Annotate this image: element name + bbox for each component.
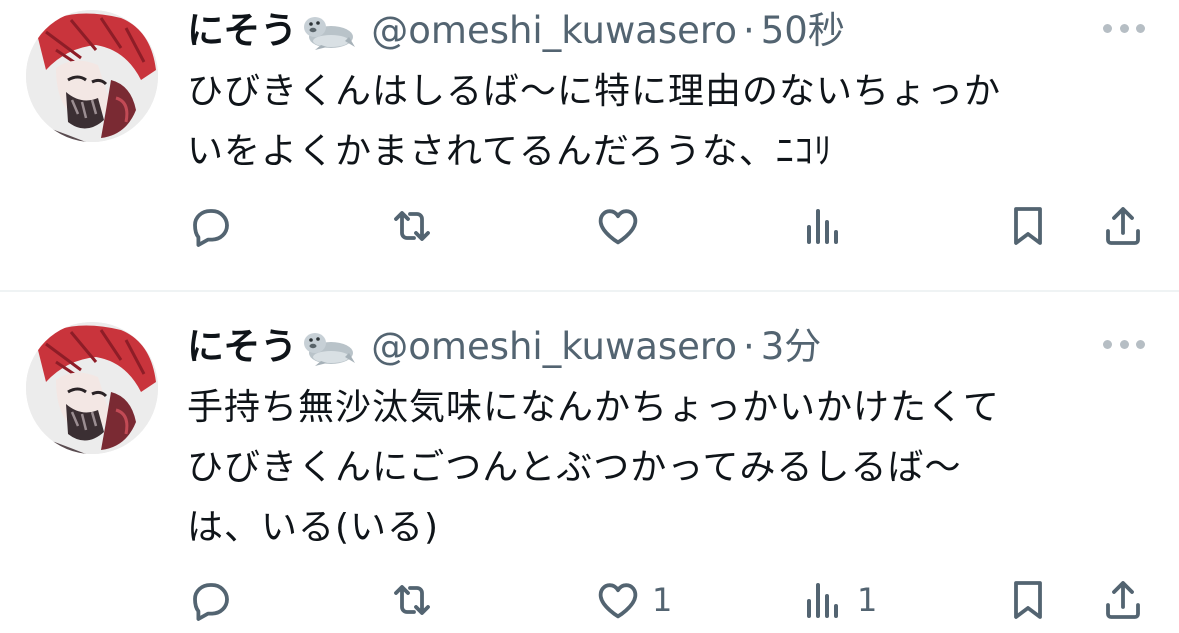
retweet-button[interactable] (388, 570, 446, 630)
author-handle[interactable]: @omeshi_kuwasero (371, 322, 737, 372)
like-count: 1 (652, 581, 673, 619)
retweet-button[interactable] (388, 196, 446, 256)
share-icon (1099, 576, 1147, 624)
tweet[interactable]: にそう @omeshi_kuwasero · 50秒 ひびきくんはしるば〜に特に… (0, 0, 1179, 291)
action-bar: 1 1 (0, 570, 1179, 630)
reply-button[interactable] (186, 570, 244, 630)
like-icon (594, 576, 642, 624)
tweet-text: ひびきくんはしるば〜に特に理由のないちょっか いをよくかまされてるんだろうな、ﾆ… (187, 62, 1147, 182)
like-icon (594, 202, 642, 250)
like-button[interactable]: 1 (594, 570, 672, 630)
seal-emoji (301, 11, 355, 51)
action-bar (0, 196, 1179, 256)
tweet-text: 手持ち無沙汰気味になんかちょっかいかけたくて ひびきくんにごつんとぶつかってみる… (187, 378, 1147, 558)
tweet-text-line: ひびきくんはしるば〜に特に理由のないちょっか (187, 71, 1002, 112)
tweet-header: にそう @omeshi_kuwasero · 50秒 (187, 6, 845, 56)
seal-emoji (301, 327, 355, 367)
tweet-text-line: ひびきくんにごつんとぶつかってみるしるば〜 (187, 447, 962, 488)
share-button[interactable] (1099, 196, 1147, 256)
tweet-text-line: いをよくかまされてるんだろうな、ﾆｺﾘ (187, 131, 833, 172)
separator-dot: · (742, 9, 755, 52)
author-name[interactable]: にそう (187, 6, 297, 56)
bookmark-icon (1004, 576, 1052, 624)
tweet-text-line: 手持ち無沙汰気味になんかちょっかいかけたくて (187, 387, 1000, 428)
timestamp[interactable]: 3分 (761, 322, 822, 372)
views-icon (799, 576, 847, 624)
timestamp[interactable]: 50秒 (761, 6, 845, 56)
share-button[interactable] (1099, 570, 1147, 630)
avatar[interactable] (26, 322, 158, 454)
views-button[interactable]: 1 (799, 570, 877, 630)
like-button[interactable] (594, 196, 652, 256)
views-icon (799, 202, 847, 250)
views-button[interactable] (799, 196, 857, 256)
reply-button[interactable] (186, 196, 244, 256)
retweet-icon (388, 576, 436, 624)
more-icon[interactable] (1103, 20, 1145, 36)
reply-icon (186, 576, 234, 624)
tweet-header: にそう @omeshi_kuwasero · 3分 (187, 322, 821, 372)
author-name[interactable]: にそう (187, 322, 297, 372)
bookmark-button[interactable] (1004, 196, 1052, 256)
avatar[interactable] (26, 10, 158, 142)
share-icon (1099, 202, 1147, 250)
retweet-icon (388, 202, 436, 250)
separator-dot: · (742, 325, 755, 368)
bookmark-button[interactable] (1004, 570, 1052, 630)
more-icon[interactable] (1103, 336, 1145, 352)
bookmark-icon (1004, 202, 1052, 250)
tweet[interactable]: にそう @omeshi_kuwasero · 3分 手持ち無沙汰気味になんかちょ… (0, 292, 1179, 633)
author-handle[interactable]: @omeshi_kuwasero (371, 6, 737, 56)
views-count: 1 (857, 581, 878, 619)
reply-icon (186, 202, 234, 250)
tweet-text-line: は、いる(いる) (187, 507, 440, 548)
